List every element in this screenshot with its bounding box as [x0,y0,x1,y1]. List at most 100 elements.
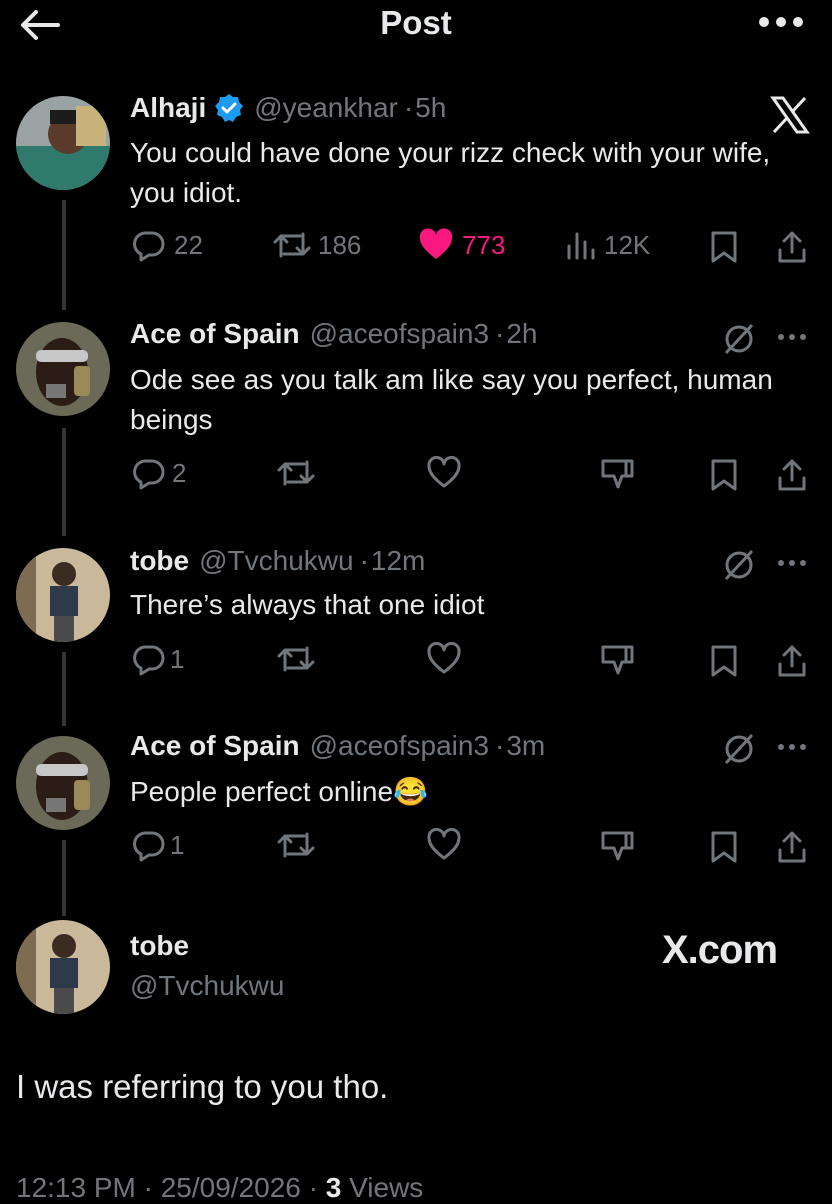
dislike-icon [601,831,634,861]
grok-button[interactable] [722,732,756,771]
separator-dot: · [495,318,505,349]
bookmark-icon [711,231,737,263]
bookmark-icon [711,831,737,863]
grok-button[interactable] [722,548,756,587]
avatar[interactable] [16,548,110,642]
repost-button[interactable]: 186 [272,228,361,262]
bookmark-button[interactable] [710,644,738,683]
verified-badge-icon [215,94,244,122]
heart-icon [419,228,453,259]
grok-button[interactable] [722,322,756,361]
dislike-button[interactable] [600,828,636,862]
grok-icon [724,323,754,355]
reply-count: 1 [170,643,185,674]
more-icon [778,560,806,566]
bookmark-button[interactable] [710,230,738,269]
dislike-button[interactable] [600,642,636,676]
more-options-button[interactable] [776,322,808,357]
repost-icon [277,832,315,858]
more-options-button[interactable] [756,10,806,34]
post-text: You could have done your rizz check with… [130,137,771,208]
x-com-watermark: X.com [662,928,778,972]
post-time[interactable]: 2h [506,318,537,350]
author-name[interactable]: tobe [130,930,189,962]
avatar[interactable] [16,920,110,1014]
repost-icon [273,232,311,258]
reply-button[interactable]: 1 [132,828,184,862]
dislike-icon [601,645,634,675]
more-icon [778,744,806,750]
bookmark-icon [711,645,737,677]
avatar[interactable] [16,322,110,416]
share-icon [778,231,806,263]
bookmark-icon [711,459,737,491]
more-options-button[interactable] [776,548,808,583]
separator-dot: · [403,92,414,123]
dislike-button[interactable] [600,456,636,490]
reply-count: 22 [174,229,203,260]
share-icon [778,459,806,491]
views-icon [567,232,595,260]
reply-button[interactable]: 22 [132,228,203,262]
share-button[interactable] [776,644,808,683]
post-text: Ode see as you talk am like say you perf… [130,364,773,435]
author-handle[interactable]: @Tvchukwu [199,545,353,577]
views-label: Views [341,1172,424,1203]
more-options-button[interactable] [776,732,808,767]
share-button[interactable] [776,230,808,269]
like-button[interactable] [426,456,462,490]
separator-dot: · [359,545,369,576]
share-button[interactable] [776,830,808,869]
like-button[interactable] [426,828,462,862]
post-time[interactable]: 3m [506,730,545,762]
dislike-icon [601,459,634,489]
main-post-text: I was referring to you tho. [16,1068,389,1105]
post-time[interactable]: 12m [371,545,425,577]
separator-dot: · [495,730,505,761]
avatar[interactable] [16,96,110,190]
like-button[interactable]: 773 [418,228,505,262]
post-text: There’s always that one idiot [130,589,485,620]
like-count: 773 [462,229,506,260]
bookmark-button[interactable] [710,830,738,869]
author-handle[interactable]: @Tvchukwu [130,970,284,1002]
heart-icon [427,642,461,674]
repost-button[interactable] [276,828,316,862]
post-time[interactable]: 5h [415,92,446,124]
reply-count: 1 [170,829,185,860]
heart-icon [427,828,461,860]
timestamp-text: 12:13 PM · 25/09/2026 · [16,1172,326,1203]
author-handle[interactable]: @yeankhar [254,92,398,124]
grok-icon [724,549,754,581]
share-button[interactable] [776,458,808,497]
reply-count: 2 [172,457,187,488]
author-name[interactable]: tobe [130,545,189,577]
reply-button[interactable]: 2 [132,456,186,490]
reply-icon [133,645,165,676]
author-name[interactable]: Ace of Spain [130,318,300,350]
author-handle[interactable]: @aceofspain3 [310,730,489,762]
repost-icon [277,460,315,486]
repost-button[interactable] [276,642,316,676]
more-icon [778,334,806,340]
like-button[interactable] [426,642,462,676]
avatar[interactable] [16,736,110,830]
author-name[interactable]: Alhaji [130,92,206,124]
reply-icon [133,231,165,262]
grok-icon [724,733,754,765]
author-name[interactable]: Ace of Spain [130,730,300,762]
reply-button[interactable]: 1 [132,642,184,676]
views-count: 12K [604,229,651,260]
post-timestamp: 12:13 PM · 25/09/2026 · 3 Views [16,1172,423,1204]
repost-button[interactable] [276,456,316,490]
heart-icon [427,456,461,488]
views-button[interactable]: 12K [566,228,650,262]
share-icon [778,831,806,863]
bookmark-button[interactable] [710,458,738,497]
views-count: 3 [325,1172,342,1203]
repost-count: 186 [318,229,362,260]
x-logo-icon [770,96,810,134]
reply-icon [133,831,165,862]
author-handle[interactable]: @aceofspain3 [310,318,489,350]
post-text: People perfect online😂 [130,776,428,807]
